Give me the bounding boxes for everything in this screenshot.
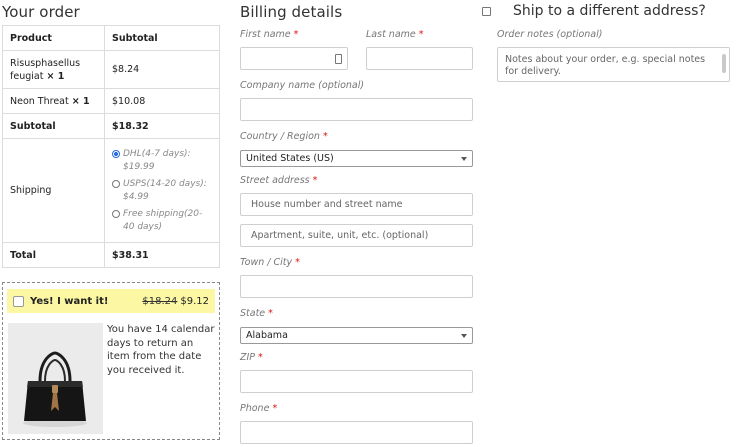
radio-icon[interactable] bbox=[112, 209, 120, 218]
street-address-1-field[interactable]: House number and street name bbox=[240, 193, 473, 216]
upsell-new-price: $9.12 bbox=[180, 295, 209, 307]
scrollbar-thumb[interactable] bbox=[722, 54, 726, 73]
phone-field[interactable] bbox=[240, 421, 473, 444]
zip-label-text: ZIP bbox=[240, 352, 256, 363]
shipping-option-free[interactable]: Free shipping(20-40 days) bbox=[112, 208, 212, 234]
company-field[interactable] bbox=[240, 98, 473, 121]
order-notes-placeholder: Notes about your order, e.g. special not… bbox=[505, 54, 706, 77]
upsell-old-price: $18.24 bbox=[142, 295, 178, 307]
phone-label: Phone * bbox=[240, 403, 277, 414]
textarea-scrollbar[interactable] bbox=[721, 50, 727, 79]
city-label: Town / City * bbox=[240, 257, 300, 268]
billing-title: Billing details bbox=[240, 3, 343, 21]
ship-different-address[interactable]: Ship to a different address? bbox=[482, 3, 706, 19]
order-notes-textarea[interactable]: Notes about your order, e.g. special not… bbox=[497, 47, 730, 82]
contact-card-icon[interactable] bbox=[335, 54, 342, 64]
order-notes-label: Order notes (optional) bbox=[497, 29, 603, 40]
item-name: Neon Threat bbox=[10, 95, 69, 107]
subtotal-label: Subtotal bbox=[2, 113, 105, 139]
upsell-checkbox[interactable] bbox=[13, 295, 24, 307]
upsell-description: You have 14 calendar days to return an i… bbox=[107, 324, 215, 376]
item-cell: Risusphasellus feugiat × 1 bbox=[2, 50, 105, 89]
state-label-text: State bbox=[240, 308, 266, 319]
required-marker: * bbox=[258, 352, 263, 363]
ship-different-checkbox[interactable] bbox=[482, 6, 491, 16]
radio-selected-icon[interactable] bbox=[112, 149, 120, 158]
country-label-text: Country / Region bbox=[240, 131, 320, 142]
order-table: Product Subtotal Risusphasellus feugiat ×… bbox=[2, 25, 220, 268]
shipping-option-usps[interactable]: USPS(14-20 days): $4.99 bbox=[112, 178, 212, 204]
subtotal-header: Subtotal bbox=[104, 25, 220, 51]
subtotal-row: Subtotal $18.32 bbox=[2, 113, 220, 139]
item-price: $8.24 bbox=[104, 50, 220, 89]
upsell-label: Yes! I want it! bbox=[30, 295, 109, 307]
shipping-option-text: Free shipping(20-40 days) bbox=[123, 208, 203, 232]
handbag-icon bbox=[8, 323, 103, 434]
zip-label: ZIP * bbox=[240, 352, 263, 363]
country-select[interactable]: United States (US) bbox=[240, 150, 473, 167]
last-name-label-text: Last name bbox=[366, 29, 416, 40]
required-marker: * bbox=[268, 308, 273, 319]
street-2-placeholder: Apartment, suite, unit, etc. (optional) bbox=[251, 230, 429, 241]
shipping-option-text: DHL(4-7 days): $19.99 bbox=[123, 148, 191, 172]
street-address-2-field[interactable]: Apartment, suite, unit, etc. (optional) bbox=[240, 224, 473, 247]
table-row: Risusphasellus feugiat × 1 $8.24 bbox=[2, 50, 220, 89]
subtotal-value: $18.32 bbox=[104, 113, 220, 139]
table-header-row: Product Subtotal bbox=[2, 25, 220, 51]
state-value: Alabama bbox=[246, 330, 288, 341]
handbag-image bbox=[8, 323, 103, 434]
item-price: $10.08 bbox=[104, 88, 220, 114]
chevron-down-icon bbox=[461, 157, 467, 161]
street-label: Street address * bbox=[240, 175, 317, 186]
table-row: Neon Threat × 1 $10.08 bbox=[2, 88, 220, 114]
last-name-field[interactable] bbox=[366, 47, 473, 70]
state-select[interactable]: Alabama bbox=[240, 327, 473, 344]
total-row: Total $38.31 bbox=[2, 242, 220, 268]
shipping-options: DHL(4-7 days): $19.99 USPS(14-20 days): … bbox=[104, 138, 220, 243]
street-1-placeholder: House number and street name bbox=[251, 199, 403, 210]
zip-field[interactable] bbox=[240, 370, 473, 393]
company-label: Company name (optional) bbox=[240, 80, 365, 91]
ship-different-label: Ship to a different address? bbox=[513, 3, 706, 19]
item-cell: Neon Threat × 1 bbox=[2, 88, 105, 114]
shipping-row: Shipping DHL(4-7 days): $19.99 USPS(14-2… bbox=[2, 138, 220, 243]
product-header: Product bbox=[2, 25, 105, 51]
required-marker: * bbox=[312, 175, 318, 186]
radio-icon[interactable] bbox=[112, 179, 120, 188]
last-name-label: Last name * bbox=[366, 29, 424, 40]
city-field[interactable] bbox=[240, 275, 473, 298]
chevron-down-icon bbox=[461, 334, 467, 338]
required-marker: * bbox=[322, 131, 328, 142]
first-name-field[interactable] bbox=[240, 47, 348, 70]
item-qty: × 1 bbox=[46, 70, 65, 82]
total-value: $38.31 bbox=[104, 242, 220, 268]
order-title: Your order bbox=[2, 3, 80, 21]
phone-label-text: Phone bbox=[240, 403, 270, 414]
upsell-prices: $18.24 $9.12 bbox=[142, 296, 209, 307]
total-label: Total bbox=[2, 242, 105, 268]
first-name-label-text: First name bbox=[240, 29, 291, 40]
item-qty: × 1 bbox=[71, 95, 90, 107]
shipping-option-dhl[interactable]: DHL(4-7 days): $19.99 bbox=[112, 148, 212, 174]
required-marker: * bbox=[295, 257, 300, 268]
required-marker: * bbox=[293, 29, 299, 40]
upsell-offer: Yes! I want it! $18.24 $9.12 You have 14 … bbox=[2, 282, 220, 440]
country-label: Country / Region * bbox=[240, 131, 328, 142]
shipping-option-text: USPS(14-20 days): $4.99 bbox=[123, 178, 207, 202]
street-label-text: Street address bbox=[240, 175, 310, 186]
shipping-label: Shipping bbox=[2, 138, 105, 243]
upsell-bar[interactable]: Yes! I want it! $18.24 $9.12 bbox=[7, 289, 215, 313]
state-label: State * bbox=[240, 308, 273, 319]
required-marker: * bbox=[272, 403, 278, 414]
country-value: United States (US) bbox=[246, 153, 334, 164]
city-label-text: Town / City bbox=[240, 257, 293, 268]
required-marker: * bbox=[418, 29, 424, 40]
first-name-label: First name * bbox=[240, 29, 298, 40]
